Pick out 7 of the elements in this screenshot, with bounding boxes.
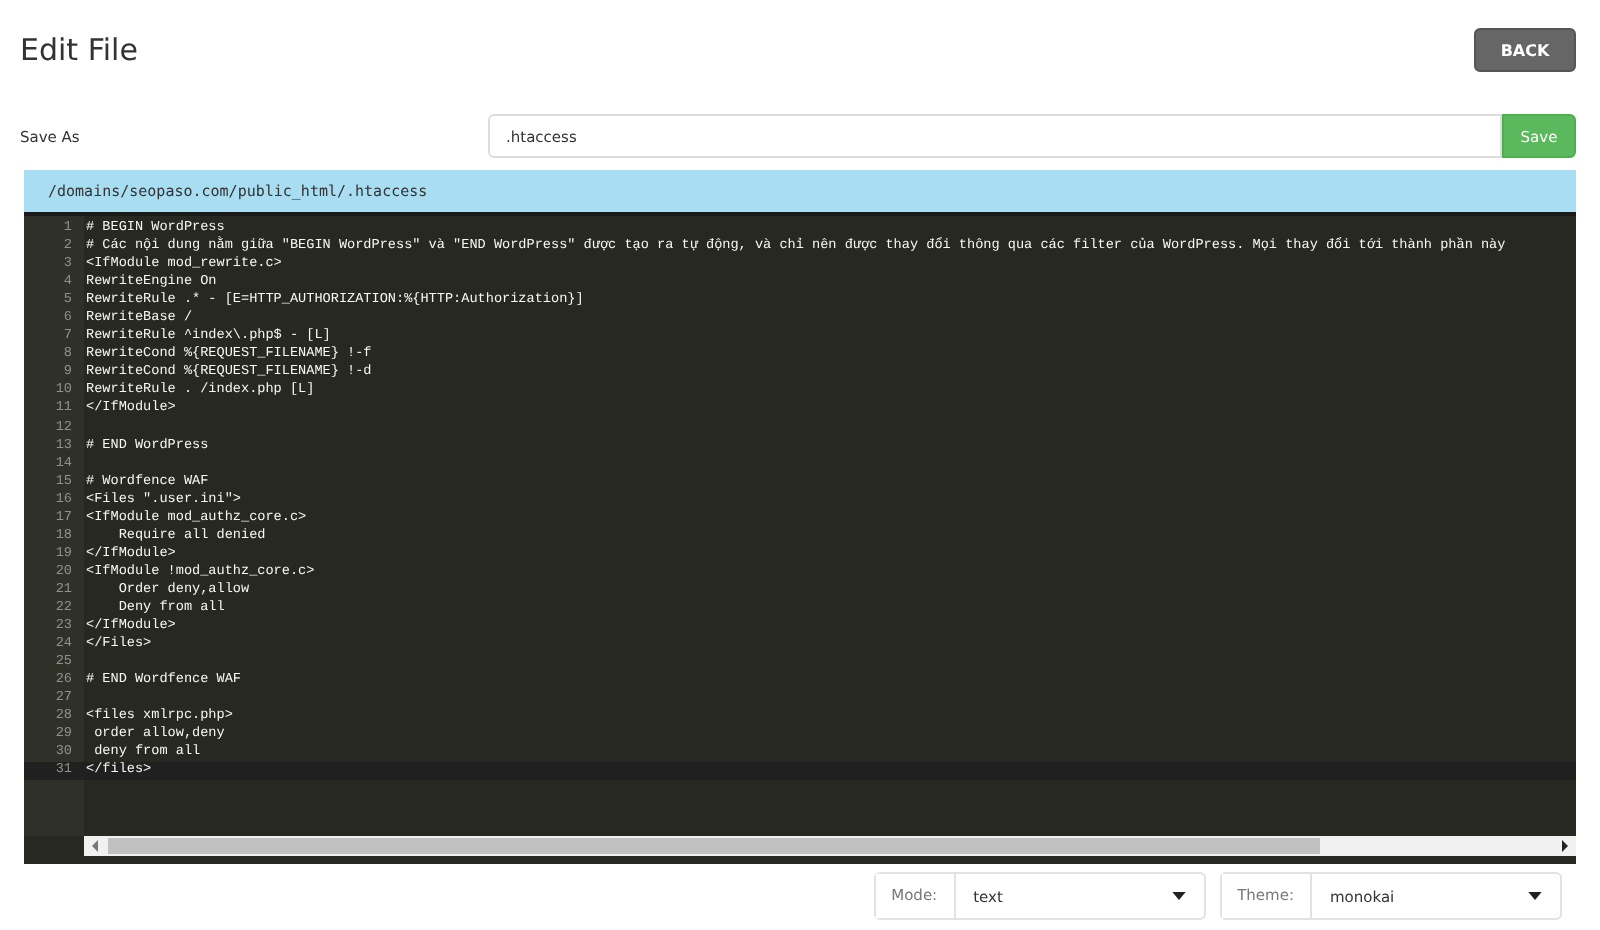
code-editor[interactable] xyxy=(24,216,1576,864)
scroll-left-icon[interactable] xyxy=(90,838,102,854)
page-title: Edit File xyxy=(20,32,138,68)
back-button[interactable]: BACK xyxy=(1474,28,1576,72)
horizontal-scrollbar[interactable] xyxy=(84,836,1576,856)
scroll-right-icon[interactable] xyxy=(1558,838,1570,854)
scrollbar-thumb[interactable] xyxy=(108,838,1321,854)
